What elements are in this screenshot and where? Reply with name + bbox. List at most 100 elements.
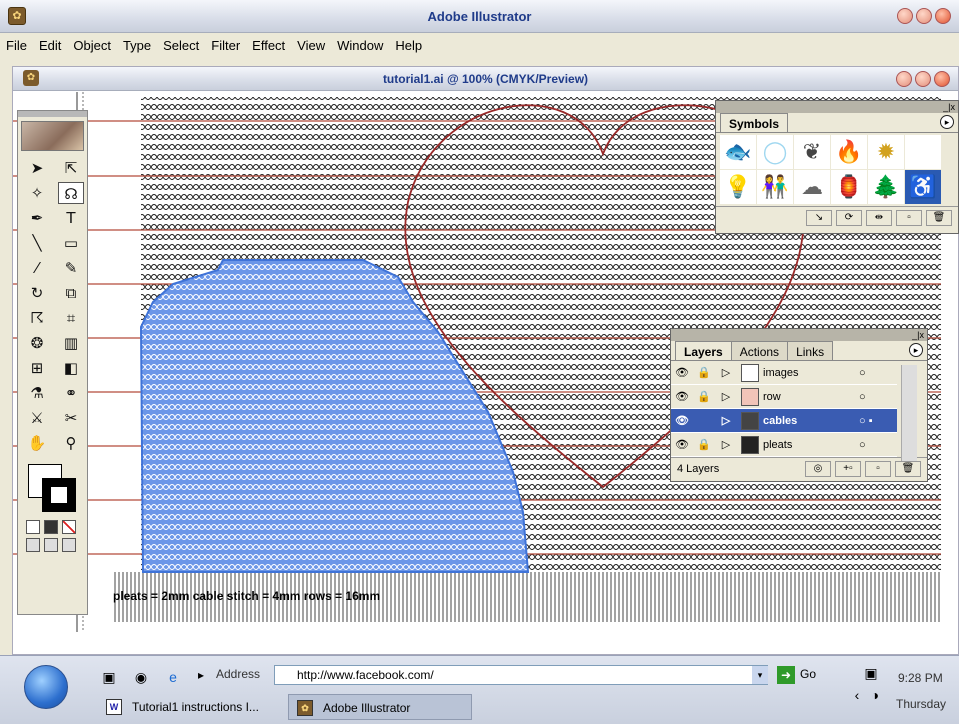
replace-symbol-button[interactable]: ⟳	[836, 210, 862, 226]
layers-panel-header[interactable]: _|x	[671, 329, 927, 341]
bubble-icon[interactable]: ◯	[757, 135, 793, 169]
scale-tool-icon[interactable]: ⧉	[58, 282, 84, 304]
task-adobe-illustrator[interactable]: ✿ Adobe Illustrator	[288, 694, 472, 720]
fish-icon[interactable]: 🐟	[720, 135, 756, 169]
menu-window[interactable]: Window	[331, 36, 389, 58]
app-titlebar[interactable]: ✿ Adobe Illustrator	[0, 0, 959, 33]
expand-triangle-icon[interactable]: ▷	[715, 366, 737, 379]
none-mode-button[interactable]	[62, 520, 76, 534]
minimize-button[interactable]	[897, 8, 913, 24]
maximize-button[interactable]	[916, 8, 932, 24]
target-circle-icon[interactable]: ○ ▪	[859, 415, 873, 427]
gradient-tool-icon[interactable]: ◧	[58, 357, 84, 379]
tray-network-icon[interactable]: ▣	[862, 664, 880, 682]
doc-maximize-button[interactable]	[915, 71, 931, 87]
target-circle-icon[interactable]: ○	[859, 391, 866, 403]
new-symbol-button[interactable]: ▫	[896, 210, 922, 226]
address-input[interactable]: http://www.facebook.com/	[274, 665, 768, 685]
menu-filter[interactable]: Filter	[205, 36, 246, 58]
expand-triangle-icon[interactable]: ▷	[715, 438, 737, 451]
visibility-eye-icon[interactable]: 👁	[671, 390, 693, 403]
mesh-tool-icon[interactable]: ⊞	[24, 357, 50, 379]
line-tool-icon[interactable]: ╲	[24, 232, 50, 254]
layers-scrollbar[interactable]	[901, 365, 917, 461]
people-icon[interactable]: 👫	[757, 170, 793, 204]
tab-symbols[interactable]: Symbols	[720, 113, 789, 132]
make-clipping-mask-button[interactable]: ◎	[805, 460, 831, 477]
doc-close-button[interactable]	[934, 71, 950, 87]
lasso-tool-icon[interactable]: ☊	[58, 182, 84, 204]
new-layer-button[interactable]: ▫	[865, 460, 891, 477]
tab-layers[interactable]: Layers	[675, 341, 732, 360]
lock-icon[interactable]: 🔒	[693, 366, 715, 379]
menu-type[interactable]: Type	[117, 36, 157, 58]
start-button[interactable]	[24, 665, 68, 709]
grapes-icon[interactable]: ❦	[794, 135, 830, 169]
tray-app-icon[interactable]: ◑	[866, 686, 884, 704]
type-tool-icon[interactable]: T	[58, 207, 84, 229]
paintbrush-tool-icon[interactable]: ⁄	[24, 257, 50, 279]
expand-triangle-icon[interactable]: ▷	[715, 414, 737, 427]
lock-icon[interactable]: 🔒	[693, 438, 715, 451]
task-tutorial-doc[interactable]: W Tutorial1 instructions I...	[98, 694, 278, 720]
pencil-tool-icon[interactable]: ✎	[58, 257, 84, 279]
cloud-icon[interactable]: ☁	[794, 170, 830, 204]
color-mode-button[interactable]	[26, 520, 40, 534]
slice-tool-icon[interactable]: ⚔	[24, 407, 50, 429]
address-dropdown-arrow[interactable]: ▾	[752, 666, 768, 684]
document-titlebar[interactable]: ✿ tutorial1.ai @ 100% (CMYK/Preview)	[13, 67, 958, 91]
free-transform-tool-icon[interactable]: ⌗	[58, 307, 84, 329]
break-link-button[interactable]: ⇹	[866, 210, 892, 226]
stroke-swatch[interactable]	[42, 478, 76, 512]
menu-effect[interactable]: Effect	[246, 36, 291, 58]
layer-row[interactable]: 👁 ▷ cables ○ ▪	[671, 409, 897, 433]
expand-triangle-icon[interactable]: ▷	[715, 390, 737, 403]
quicklaunch-media-icon[interactable]: ◉	[132, 668, 150, 686]
lock-icon[interactable]: 🔒	[693, 390, 715, 403]
menu-file[interactable]: File	[0, 36, 33, 58]
layers-panel-menu-icon[interactable]: ▸	[909, 343, 923, 357]
menu-select[interactable]: Select	[157, 36, 205, 58]
symbols-panel-header[interactable]: _|x	[716, 101, 958, 113]
magic-wand-tool-icon[interactable]: ✧	[24, 182, 50, 204]
go-button[interactable]: Go	[800, 667, 816, 681]
menu-object[interactable]: Object	[67, 36, 117, 58]
internet-explorer-icon[interactable]: e	[164, 668, 182, 686]
tab-links[interactable]: Links	[787, 341, 834, 360]
graph-tool-icon[interactable]: ▥	[58, 332, 84, 354]
tree-icon[interactable]: 🌲	[868, 170, 904, 204]
menu-help[interactable]: Help	[389, 36, 428, 58]
symbol-sprayer-tool-icon[interactable]: ❂	[24, 332, 50, 354]
new-sublayer-button[interactable]: +▫	[835, 460, 861, 477]
layer-row[interactable]: 👁 🔒 ▷ pleats ○	[671, 433, 897, 457]
visibility-eye-icon[interactable]: 👁	[671, 438, 693, 451]
gradient-mode-button[interactable]	[44, 520, 58, 534]
rotate-tool-icon[interactable]: ↻	[24, 282, 50, 304]
layer-row[interactable]: 👁 🔒 ▷ images ○	[671, 361, 897, 385]
screen-mode-standard-button[interactable]	[26, 538, 40, 552]
blank-symbol[interactable]	[905, 135, 941, 169]
delete-symbol-button[interactable]: 🗑	[926, 210, 952, 226]
scissors-tool-icon[interactable]: ✂	[58, 407, 84, 429]
symbols-panel-menu-icon[interactable]: ▸	[940, 115, 954, 129]
layer-row[interactable]: 👁 🔒 ▷ row ○	[671, 385, 897, 409]
lightbulb-icon[interactable]: 💡	[720, 170, 756, 204]
tools-palette-header[interactable]	[18, 111, 87, 117]
direct-selection-tool-icon[interactable]: ⇱	[58, 157, 84, 179]
visibility-eye-icon[interactable]: 👁	[671, 414, 693, 427]
warp-tool-icon[interactable]: ☈	[24, 307, 50, 329]
visibility-eye-icon[interactable]: 👁	[671, 366, 693, 379]
lantern-icon[interactable]: 🏮	[831, 170, 867, 204]
place-symbol-button[interactable]: ↘	[806, 210, 832, 226]
menu-view[interactable]: View	[291, 36, 331, 58]
wheelchair-icon[interactable]: ♿	[905, 170, 941, 204]
target-circle-icon[interactable]: ○	[859, 367, 866, 379]
menu-edit[interactable]: Edit	[33, 36, 67, 58]
eyedropper-tool-icon[interactable]: ⚗	[24, 382, 50, 404]
quicklaunch-icon[interactable]: ▣	[100, 668, 118, 686]
blend-tool-icon[interactable]: ⚭	[58, 382, 84, 404]
tab-actions[interactable]: Actions	[730, 341, 789, 360]
screen-mode-full-button[interactable]	[62, 538, 76, 552]
go-arrow-icon[interactable]: ➜	[777, 666, 795, 684]
zoom-tool-icon[interactable]: ⚲	[58, 432, 84, 454]
